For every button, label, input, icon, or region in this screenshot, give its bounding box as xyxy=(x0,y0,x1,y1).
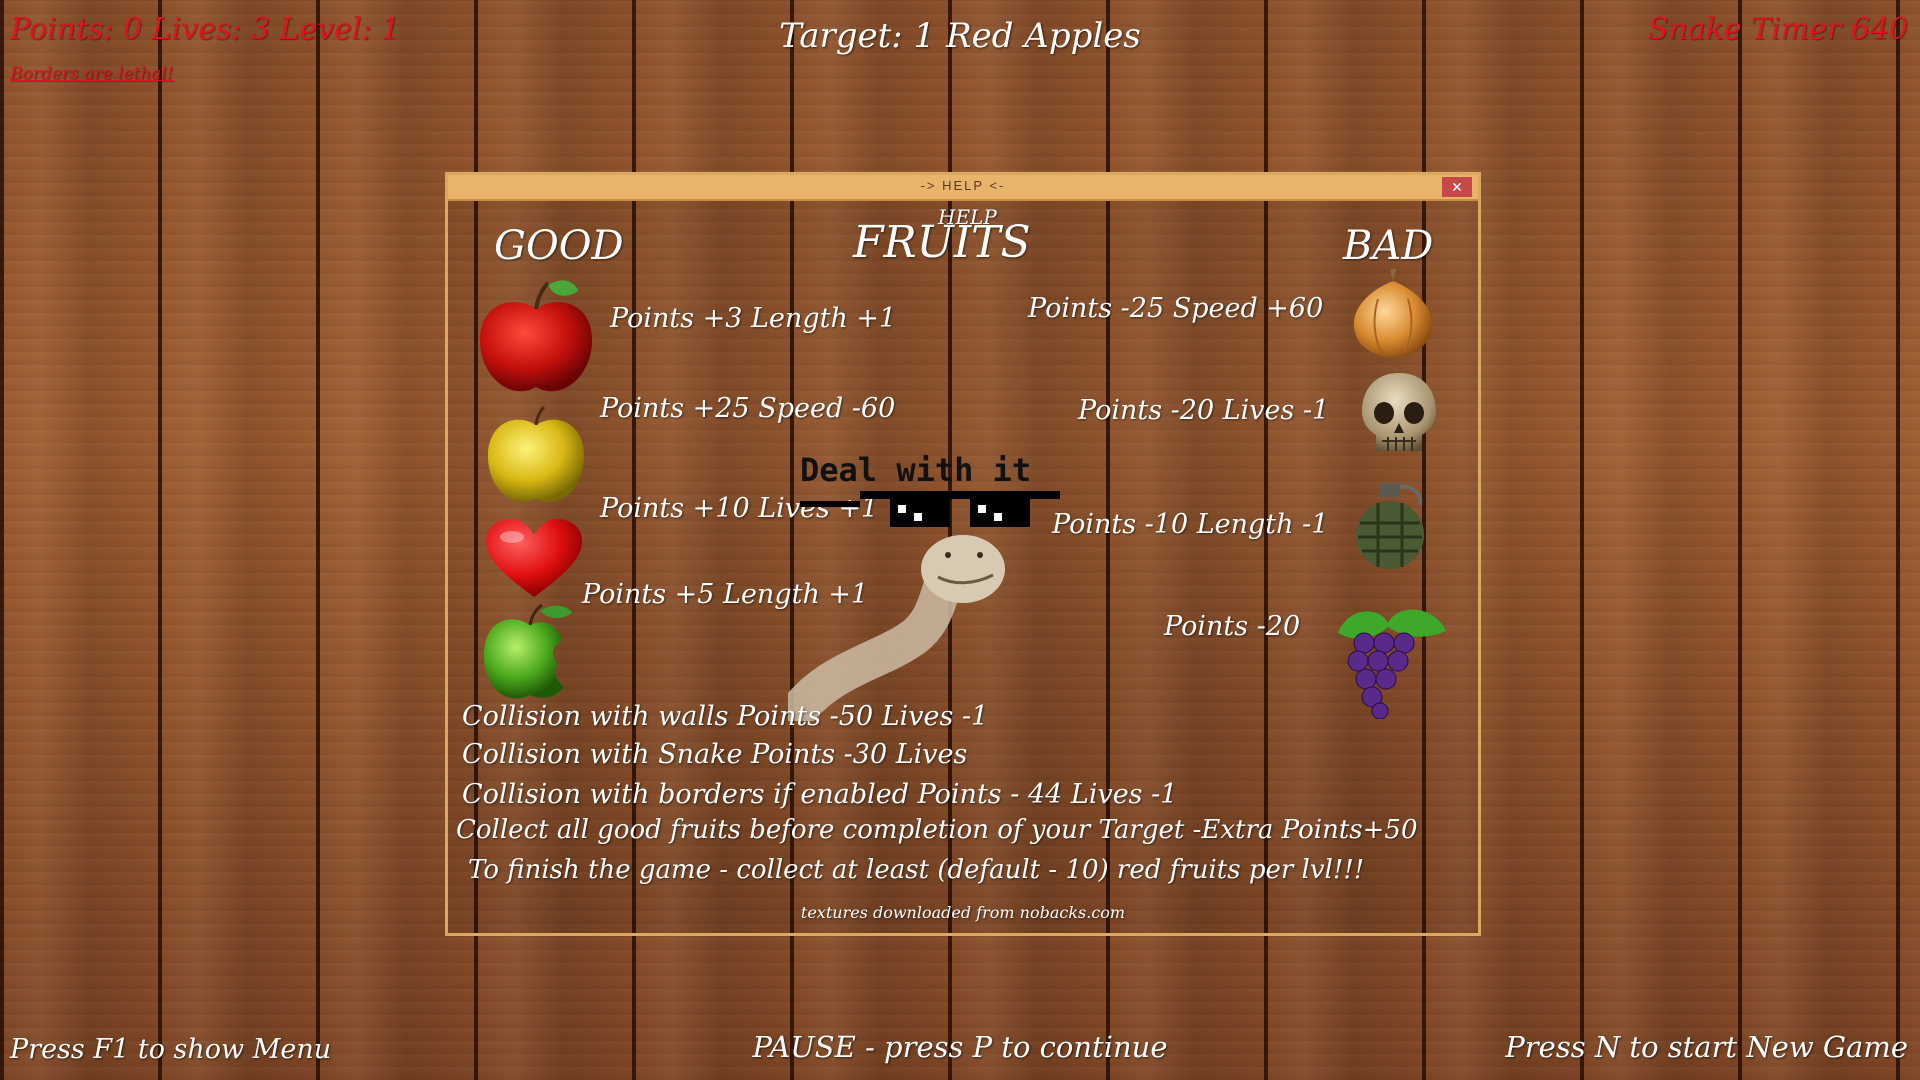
bad-item-label: Points -20 Lives -1 xyxy=(1078,395,1330,426)
bad-item-label: Points -25 Speed +60 xyxy=(1028,293,1324,324)
grenade-icon xyxy=(1356,483,1424,569)
bad-label: BAD xyxy=(1343,223,1434,269)
good-item-label: Points +25 Speed -60 xyxy=(600,393,896,424)
fruits-heading: FRUITS xyxy=(853,217,1031,268)
meme-text: Deal with it xyxy=(800,451,1032,489)
rule-line: Collision with Snake Points -30 Lives xyxy=(462,739,968,770)
grapes-icon xyxy=(1338,609,1446,719)
rule-line: To finish the game - collect at least (d… xyxy=(468,855,1365,885)
credits-text: textures downloaded from nobacks.com xyxy=(800,903,1126,922)
snake-icon xyxy=(788,535,1005,721)
red-apple-icon xyxy=(479,280,593,392)
rule-line: Collision with walls Points -50 Lives -1 xyxy=(462,701,989,732)
onion-icon xyxy=(1353,269,1433,357)
help-window: -> HELP <- ✕ HELP FRUITS GOOD BAD Points… xyxy=(445,172,1481,936)
rule-line: Collision with borders if enabled Points… xyxy=(462,779,1178,810)
yellow-apple-icon xyxy=(487,405,585,502)
borders-warning: Borders are lethal! xyxy=(10,64,174,84)
skull-icon xyxy=(1362,373,1436,451)
good-label: GOOD xyxy=(494,223,624,269)
new-game-hint: Press N to start New Game xyxy=(1505,1030,1908,1064)
bad-item-label: Points -20 xyxy=(1164,611,1301,642)
heart-icon xyxy=(486,519,582,597)
help-window-title: -> HELP <- xyxy=(920,178,1006,193)
help-content: HELP FRUITS GOOD BAD Points +3 Length +1… xyxy=(448,201,1478,933)
snake-timer: Snake Timer 640 xyxy=(1647,12,1908,47)
bad-item-label: Points -10 Length -1 xyxy=(1052,509,1329,540)
help-titlebar[interactable]: -> HELP <- ✕ xyxy=(448,175,1478,201)
target-label: Target: 1 Red Apples xyxy=(779,16,1141,56)
green-apple-icon xyxy=(483,603,572,699)
rule-line: Collect all good fruits before completio… xyxy=(456,815,1418,845)
close-button[interactable]: ✕ xyxy=(1442,177,1472,197)
good-item-label: Points +3 Length +1 xyxy=(610,303,897,334)
